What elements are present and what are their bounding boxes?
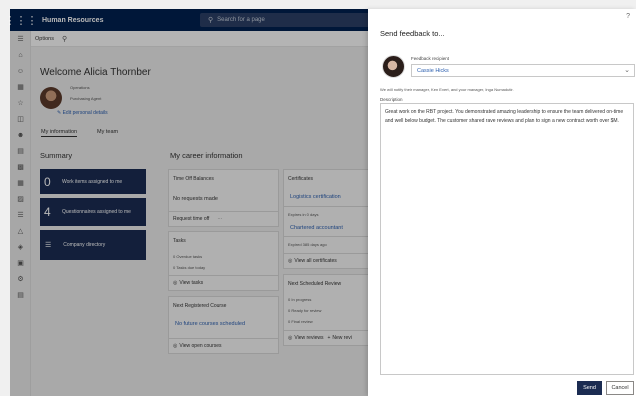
description-textarea[interactable]: Great work on the RBT project. You demon… bbox=[380, 103, 634, 375]
chevron-down-icon: ⌄ bbox=[624, 67, 630, 74]
recipient-label: Feedback recipient bbox=[411, 56, 450, 61]
notify-text: We will notify their manager, Ken Evert,… bbox=[380, 87, 514, 92]
send-button[interactable]: Send bbox=[577, 381, 602, 395]
feedback-panel: ? Send feedback to... Feedback recipient… bbox=[368, 9, 636, 396]
recipient-avatar bbox=[382, 55, 405, 78]
recipient-value: Cassie Hicks bbox=[417, 67, 449, 74]
modal-overlay[interactable] bbox=[10, 9, 368, 396]
recipient-select[interactable]: Cassie Hicks ⌄ bbox=[411, 64, 635, 77]
cancel-button[interactable]: Cancel bbox=[606, 381, 634, 395]
help-icon[interactable]: ? bbox=[626, 13, 630, 20]
description-label: Description bbox=[380, 97, 403, 102]
panel-title: Send feedback to... bbox=[380, 29, 445, 38]
